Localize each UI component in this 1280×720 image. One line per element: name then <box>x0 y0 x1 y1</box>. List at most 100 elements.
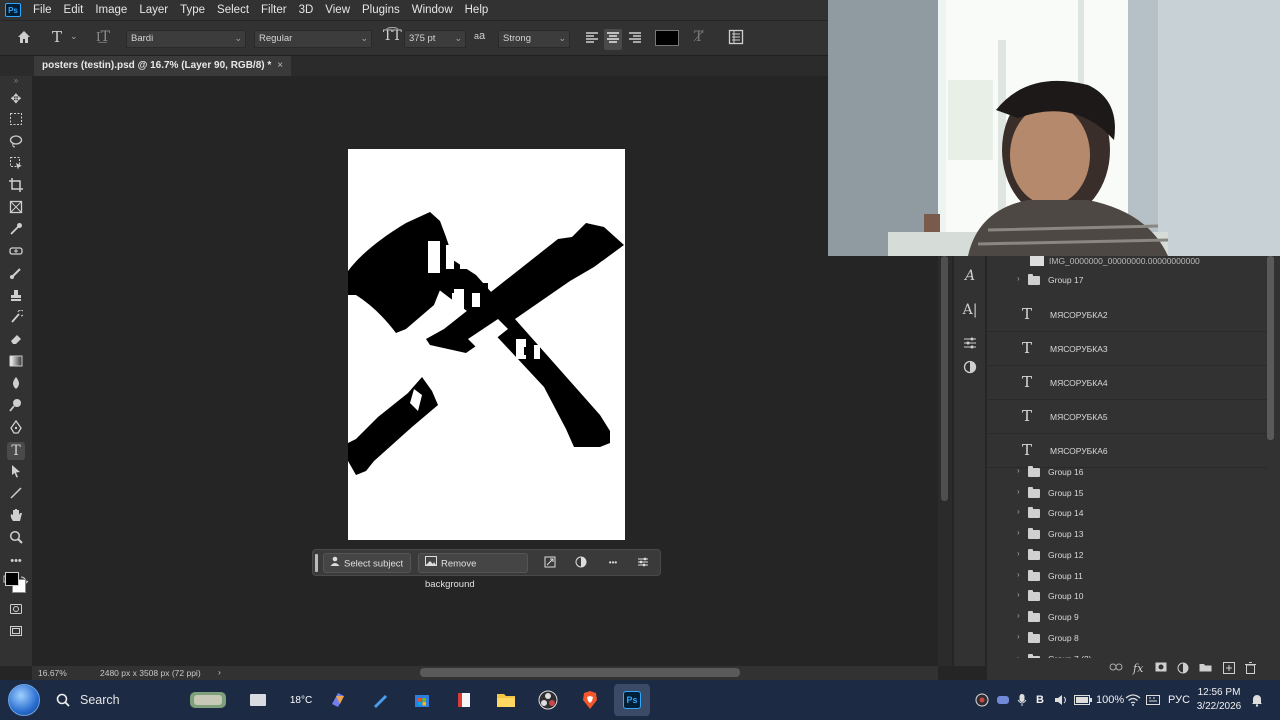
visibility-toggle[interactable] <box>997 412 1007 422</box>
close-tab-icon[interactable]: × <box>277 60 283 71</box>
document-canvas[interactable] <box>348 149 625 540</box>
expand-chevron-icon[interactable]: › <box>1017 528 1020 537</box>
group-layer-row[interactable]: › Group 13 <box>987 526 1267 542</box>
line-tool-icon[interactable] <box>7 486 25 504</box>
adjustment-layer-icon[interactable] <box>1177 662 1189 677</box>
warp-text-icon[interactable]: Ⱦ <box>694 29 703 45</box>
settings-sliders-icon[interactable] <box>631 553 655 573</box>
news-widget-icon[interactable] <box>188 684 228 716</box>
remove-background-button[interactable]: Remove background <box>418 553 528 590</box>
screen-mode-icon[interactable] <box>7 624 25 642</box>
menu-image[interactable]: Image <box>89 0 133 20</box>
expand-chevron-icon[interactable]: › <box>1017 549 1020 558</box>
expand-chevron-icon[interactable]: › <box>1017 611 1020 620</box>
layer-style-icon[interactable]: fx <box>1133 662 1143 675</box>
photoshop-taskbar-icon[interactable]: Ps <box>614 684 650 716</box>
group-layer-row[interactable]: › Group 16 <box>987 464 1267 480</box>
adjustments-panel-icon[interactable] <box>962 360 978 376</box>
more-options-icon[interactable]: ••• <box>601 553 625 573</box>
battery-icon[interactable] <box>1074 680 1092 720</box>
visibility-toggle[interactable] <box>997 446 1007 456</box>
canvas-area[interactable] <box>32 76 938 666</box>
menu-window[interactable]: Window <box>406 0 459 20</box>
gradient-tool-icon[interactable] <box>7 354 25 372</box>
menu-filter[interactable]: Filter <box>255 0 293 20</box>
layer-row-partial[interactable]: IMG_0000000_00000000.00000000000 <box>987 256 1267 268</box>
zoom-tool-icon[interactable] <box>7 530 25 548</box>
visibility-toggle[interactable] <box>997 275 1007 285</box>
file-explorer-icon[interactable] <box>488 684 524 716</box>
taskbar-search[interactable]: Search <box>48 686 178 714</box>
weather-widget[interactable]: 18°C <box>283 684 319 716</box>
text-color-swatch[interactable] <box>655 30 679 46</box>
visibility-toggle[interactable] <box>997 344 1007 354</box>
add-mask-icon[interactable] <box>1155 662 1167 675</box>
collapse-toolbar-icon[interactable]: » <box>7 77 25 85</box>
menu-type[interactable]: Type <box>174 0 211 20</box>
visibility-toggle[interactable] <box>997 591 1007 601</box>
tray-app-icon[interactable] <box>975 680 989 720</box>
font-family-select[interactable]: Bardi ⌄ <box>126 30 246 48</box>
quick-mask-icon[interactable] <box>7 602 25 620</box>
visibility-toggle[interactable] <box>997 550 1007 560</box>
menu-layer[interactable]: Layer <box>133 0 174 20</box>
align-left-icon[interactable] <box>585 31 599 48</box>
start-button[interactable] <box>8 684 40 716</box>
frame-tool-icon[interactable] <box>7 200 25 218</box>
antialias-select[interactable]: Strong ⌄ <box>498 30 570 48</box>
visibility-toggle[interactable] <box>997 612 1007 622</box>
more-tools-icon[interactable]: ••• <box>7 552 25 570</box>
expand-chevron-icon[interactable]: › <box>1017 487 1020 496</box>
pen-tool-icon[interactable] <box>7 419 25 438</box>
expand-chevron-icon[interactable]: › <box>1017 590 1020 599</box>
link-layers-icon[interactable] <box>1109 662 1123 675</box>
eyedropper-tool-icon[interactable] <box>7 222 25 240</box>
delete-layer-icon[interactable] <box>1245 662 1256 677</box>
history-brush-tool-icon[interactable] <box>7 309 25 328</box>
foreground-color-swatch[interactable] <box>5 572 19 586</box>
adjustment-icon[interactable] <box>569 553 593 573</box>
group-layer-row[interactable]: › Group 12 <box>987 547 1267 563</box>
text-layer-row[interactable]: T МЯСОРУБКА5 <box>987 402 1267 434</box>
bluetooth-icon[interactable]: B <box>1036 680 1044 720</box>
expand-chevron-icon[interactable]: › <box>1017 274 1020 283</box>
font-style-select[interactable]: Regular ⌄ <box>254 30 372 48</box>
menu-file[interactable]: File <box>27 0 58 20</box>
blur-tool-icon[interactable] <box>7 376 25 394</box>
marquee-tool-icon[interactable] <box>7 112 25 130</box>
eraser-tool-icon[interactable] <box>7 332 25 350</box>
expand-chevron-icon[interactable]: › <box>1017 466 1020 475</box>
character-panel-icon[interactable] <box>728 29 744 48</box>
type-tool-preset-icon[interactable]: T <box>52 28 62 46</box>
move-tool-icon[interactable]: ✥ <box>7 90 25 108</box>
input-language[interactable]: РУС <box>1168 680 1190 720</box>
text-layer-row[interactable]: T МЯСОРУБКА4 <box>987 368 1267 400</box>
visibility-toggle[interactable] <box>997 571 1007 581</box>
menu-edit[interactable]: Edit <box>58 0 90 20</box>
crop-tool-icon[interactable] <box>7 178 25 196</box>
brave-browser-icon[interactable] <box>572 684 608 716</box>
microphone-icon[interactable] <box>1017 680 1027 720</box>
glyphs-panel-icon[interactable]: A <box>962 268 978 284</box>
align-right-icon[interactable] <box>628 31 642 48</box>
font-size-select[interactable]: 375 pt ⌄ <box>404 30 466 48</box>
keyboard-icon[interactable] <box>1146 680 1160 720</box>
menu-plugins[interactable]: Plugins <box>356 0 406 20</box>
copilot-icon[interactable] <box>320 684 356 716</box>
notebook-app-icon[interactable] <box>446 684 482 716</box>
home-icon[interactable] <box>16 29 32 48</box>
layers-scrollbar[interactable] <box>1267 256 1274 440</box>
text-layer-row[interactable]: T МЯСОРУБКА2 <box>987 300 1267 332</box>
expand-chevron-icon[interactable]: › <box>1017 507 1020 516</box>
photoshop-logo[interactable]: Ps <box>5 3 21 17</box>
brush-tool-icon[interactable] <box>7 266 25 284</box>
select-subject-button[interactable]: Select subject <box>323 553 411 573</box>
visibility-toggle[interactable] <box>997 633 1007 643</box>
group-layer-row[interactable]: › Group 14 <box>987 505 1267 521</box>
text-layer-row[interactable]: T МЯСОРУБКА3 <box>987 334 1267 366</box>
visibility-toggle[interactable] <box>997 488 1007 498</box>
hand-tool-icon[interactable] <box>7 508 25 526</box>
group-layer-row[interactable]: › Group 8 <box>987 630 1267 646</box>
canvas-vertical-scrollbar[interactable] <box>938 256 952 666</box>
menu-3d[interactable]: 3D <box>293 0 320 20</box>
